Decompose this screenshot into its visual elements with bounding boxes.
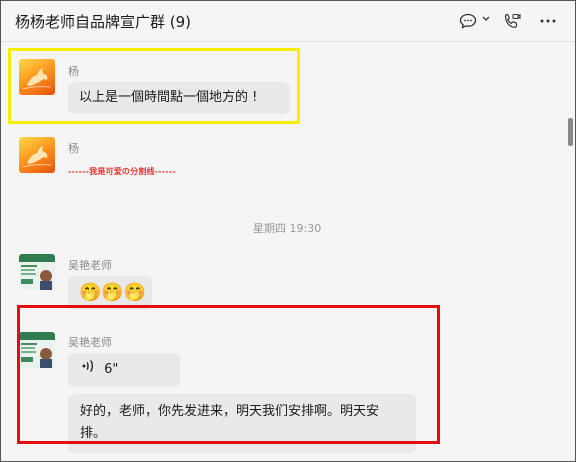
scrollbar-thumb[interactable] (568, 118, 573, 146)
timestamp: 星期四 19:30 (253, 222, 322, 235)
chat-header: 杨杨老师自品牌宣广群 (9) (1, 1, 574, 42)
avatar-yang[interactable] (19, 137, 55, 173)
highlight-box-red (17, 305, 440, 444)
chat-bubble-icon[interactable] (458, 11, 478, 31)
video-call-icon[interactable] (502, 11, 522, 31)
sender-name: 杨 (68, 142, 79, 155)
emoji-text: 🤭🤭🤭 (79, 282, 147, 303)
highlight-box-yellow (8, 48, 300, 124)
chevron-down-icon[interactable] (482, 15, 490, 25)
avatar-wu-yan[interactable] (19, 254, 55, 290)
chat-title: 杨杨老师自品牌宣广群 (9) (15, 13, 192, 31)
sender-name: 吴艳老师 (68, 259, 112, 272)
more-icon[interactable] (538, 11, 558, 31)
divider-sticker-text[interactable]: ------我是可爱の分割线------ (68, 166, 176, 177)
